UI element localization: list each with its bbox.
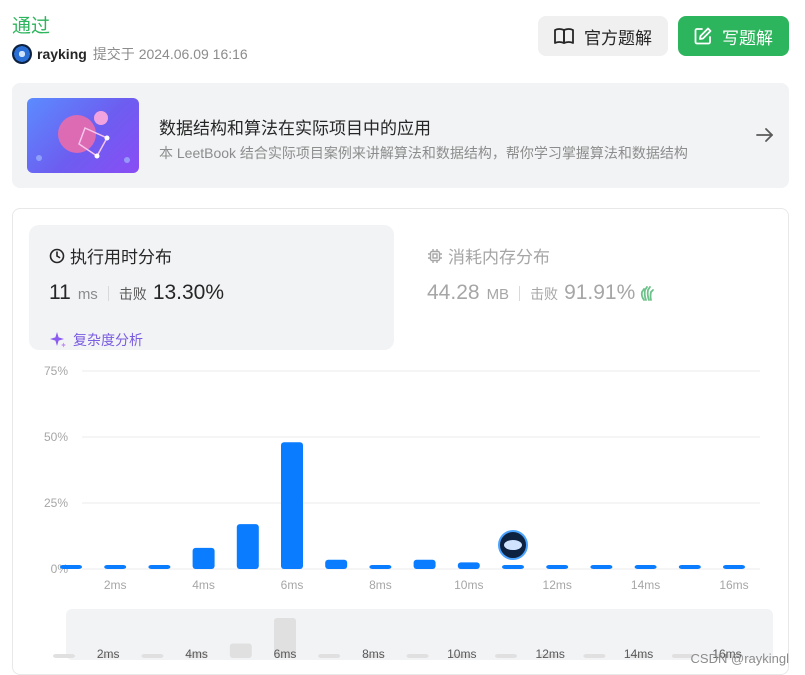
y-tick-label: 75%: [44, 364, 68, 378]
x-tick-label: 8ms: [369, 578, 392, 592]
overview-strip[interactable]: [66, 609, 773, 660]
runtime-bar[interactable]: [634, 565, 657, 569]
runtime-bar[interactable]: [590, 565, 613, 569]
overview-tick-label: 12ms: [536, 647, 565, 661]
watermark: CSDN @raykingl: [690, 651, 789, 666]
overview-tick-label: 14ms: [624, 647, 653, 661]
y-tick-label: 50%: [44, 430, 68, 444]
runtime-bar[interactable]: [413, 559, 436, 569]
runtime-bar[interactable]: [678, 565, 701, 569]
overview-tick-label: 6ms: [274, 647, 297, 661]
runtime-distribution-chart: 0%25%50%75%2ms 4ms 6ms 8ms 10ms 12ms 14ms 16ms …: [44, 364, 773, 661]
runtime-bar[interactable]: [546, 565, 569, 569]
runtime-bar[interactable]: [281, 442, 303, 569]
overview-bar: [583, 654, 606, 658]
overview-bar: [53, 654, 75, 658]
runtime-bar[interactable]: [60, 565, 82, 569]
overview-tick-label: 4ms: [185, 647, 208, 661]
x-tick-label: 12ms: [543, 578, 572, 592]
runtime-bar[interactable]: [723, 565, 745, 569]
x-tick-label: 16ms: [719, 578, 748, 592]
overview-tick-label: 10ms: [447, 647, 476, 661]
x-tick-label: 4ms: [192, 578, 215, 592]
overview-bar: [141, 654, 164, 658]
y-tick-label: 25%: [44, 496, 68, 510]
x-tick-label: 2ms: [104, 578, 127, 592]
runtime-bar[interactable]: [236, 524, 259, 569]
runtime-bar[interactable]: [502, 565, 524, 569]
x-tick-label: 10ms: [454, 578, 483, 592]
overview-bar: [229, 643, 252, 658]
overview-bar: [318, 654, 341, 658]
x-tick-label: 6ms: [281, 578, 304, 592]
avatar-highlight: [504, 540, 522, 551]
runtime-bar[interactable]: [104, 565, 127, 569]
runtime-bar[interactable]: [369, 565, 392, 569]
runtime-bar[interactable]: [192, 547, 215, 569]
overview-tick-label: 2ms: [97, 647, 120, 661]
overview-bar: [495, 654, 517, 658]
overview-bar: [406, 654, 429, 658]
runtime-bar[interactable]: [148, 565, 171, 569]
overview-tick-label: 8ms: [362, 647, 385, 661]
runtime-bar[interactable]: [325, 559, 348, 569]
x-tick-label: 14ms: [631, 578, 660, 592]
runtime-bar[interactable]: [457, 562, 480, 569]
